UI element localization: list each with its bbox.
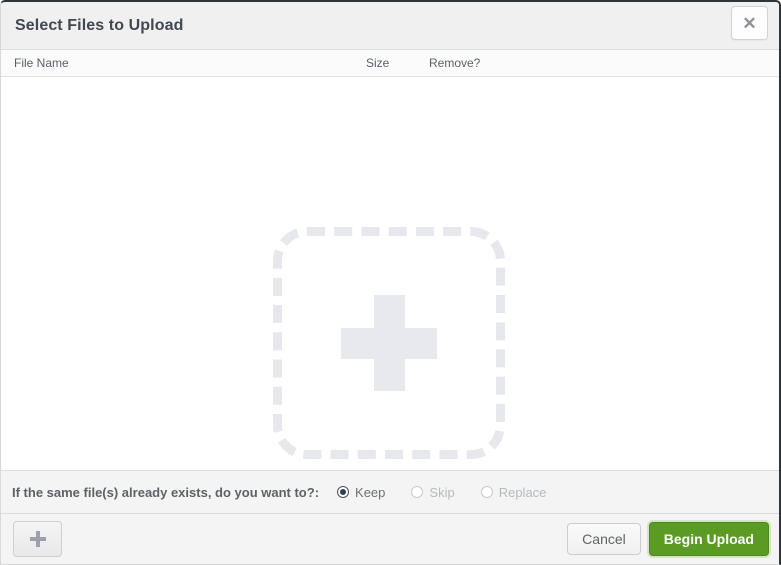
column-header-file-name: File Name	[14, 56, 69, 70]
file-table-header: File Name Size Remove?	[1, 50, 779, 77]
duplicate-handling-options: If the same file(s) already exists, do y…	[1, 470, 779, 514]
cancel-button[interactable]: Cancel	[567, 523, 641, 555]
footer-actions: Cancel Begin Upload	[567, 522, 769, 556]
upload-dialog: Select Files to Upload ✕ File Name Size …	[0, 0, 781, 565]
duplicate-handling-label: If the same file(s) already exists, do y…	[12, 484, 320, 500]
plus-icon	[29, 531, 46, 547]
radio-option-replace[interactable]: Replace	[480, 484, 547, 500]
page-title: Select Files to Upload	[15, 16, 184, 34]
close-icon: ✕	[742, 13, 757, 33]
radio-icon-replace	[480, 486, 493, 498]
close-button[interactable]: ✕	[731, 6, 768, 40]
radio-label-replace: Replace	[498, 484, 547, 500]
radio-option-skip[interactable]: Skip	[411, 484, 455, 500]
plus-icon	[341, 295, 437, 391]
file-list-area	[1, 77, 779, 470]
add-files-button[interactable]	[13, 521, 62, 557]
dialog-titlebar: Select Files to Upload ✕	[1, 2, 779, 50]
column-header-remove: Remove?	[429, 56, 481, 70]
radio-label-skip: Skip	[429, 484, 455, 500]
file-dropzone[interactable]	[273, 227, 505, 459]
begin-upload-button[interactable]: Begin Upload	[648, 522, 769, 556]
dialog-footer: Cancel Begin Upload	[1, 514, 779, 564]
column-header-size: Size	[366, 56, 390, 70]
radio-label-keep: Keep	[355, 484, 386, 500]
radio-icon-keep	[337, 486, 350, 498]
radio-icon-skip	[411, 486, 424, 498]
radio-option-keep[interactable]: Keep	[337, 485, 385, 500]
